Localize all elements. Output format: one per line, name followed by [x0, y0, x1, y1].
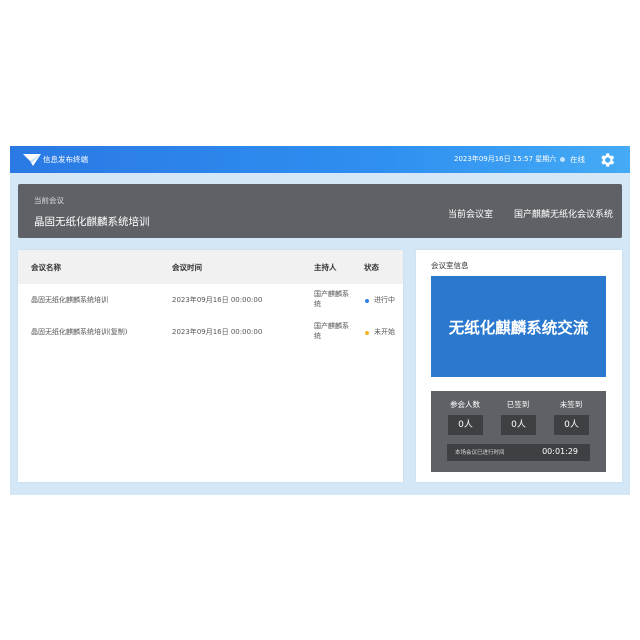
header-name: 会议名称 [31, 263, 61, 272]
table-row[interactable]: 晶固无纸化麒麟系统培训(复制) 2023年09月16日 00:00:00 国产麒… [18, 319, 403, 351]
meeting-host: 国产麒麟系统 [314, 290, 349, 308]
gear-icon[interactable] [598, 151, 616, 169]
meeting-status: 未开始 [374, 328, 395, 336]
header-host: 主持人 [314, 263, 337, 272]
current-room-name: 国产麒麟无纸化会议系统 [514, 210, 614, 220]
unsigned-label: 未签到 [559, 400, 583, 409]
terminal-app: 信息发布终端 2023年09月16日 15:57 星期六 在线 当前会议 晶固无… [10, 146, 630, 495]
meeting-name: 晶固无纸化麒麟系统培训(复制) [31, 328, 128, 336]
room-display: 无纸化麒麟系统交流 [431, 276, 606, 377]
current-room-label: 当前会议室 [448, 210, 494, 220]
meeting-host: 国产麒麟系统 [314, 322, 349, 340]
header-status: 状态 [364, 263, 379, 272]
meeting-name: 晶固无纸化麒麟系统培训 [31, 296, 108, 304]
top-bar: 信息发布终端 2023年09月16日 15:57 星期六 在线 [10, 146, 630, 173]
unsigned-count: 0人 [554, 415, 589, 435]
header-time: 会议时间 [172, 263, 202, 272]
elapsed-time: 00:01:29 [542, 447, 578, 456]
status-dot [365, 299, 369, 303]
meeting-list-panel: 会议名称 会议时间 主持人 状态 晶固无纸化麒麟系统培训 2023年09月16日… [18, 250, 403, 482]
online-status-dot [560, 157, 565, 162]
meeting-time: 2023年09月16日 00:00:00 [172, 296, 263, 304]
paper-plane-logo [23, 154, 41, 166]
table-row[interactable]: 晶固无纸化麒麟系统培训 2023年09月16日 00:00:00 国产麒麟系统 … [18, 287, 403, 319]
meeting-status: 进行中 [374, 296, 395, 304]
attendees-label: 参会人数 [450, 400, 480, 409]
meeting-time: 2023年09月16日 00:00:00 [172, 328, 263, 336]
app-title: 信息发布终端 [43, 155, 88, 164]
elapsed-label: 本场会议已进行时间 [455, 450, 505, 456]
signed-label: 已签到 [506, 400, 530, 409]
table-header: 会议名称 会议时间 主持人 状态 [18, 250, 403, 284]
attendance-stats: 参会人数 已签到 未签到 0人 0人 0人 本场会议已进行时间 00:01:29 [431, 391, 606, 472]
attendees-count: 0人 [448, 415, 483, 435]
current-meeting-name: 晶固无纸化麒麟系统培训 [34, 216, 150, 228]
status-dot [365, 331, 369, 335]
room-info-panel: 会议室信息 无纸化麒麟系统交流 参会人数 已签到 未签到 0人 0人 0人 本场… [416, 250, 622, 482]
datetime: 2023年09月16日 15:57 星期六 [454, 155, 557, 163]
room-info-title: 会议室信息 [431, 261, 469, 270]
current-meeting-banner: 当前会议 晶固无纸化麒麟系统培训 当前会议室 国产麒麟无纸化会议系统 [18, 184, 622, 238]
signed-count: 0人 [501, 415, 536, 435]
current-meeting-label: 当前会议 [34, 196, 64, 205]
elapsed-time-bar: 本场会议已进行时间 00:01:29 [447, 444, 590, 461]
online-status: 在线 [570, 155, 585, 164]
